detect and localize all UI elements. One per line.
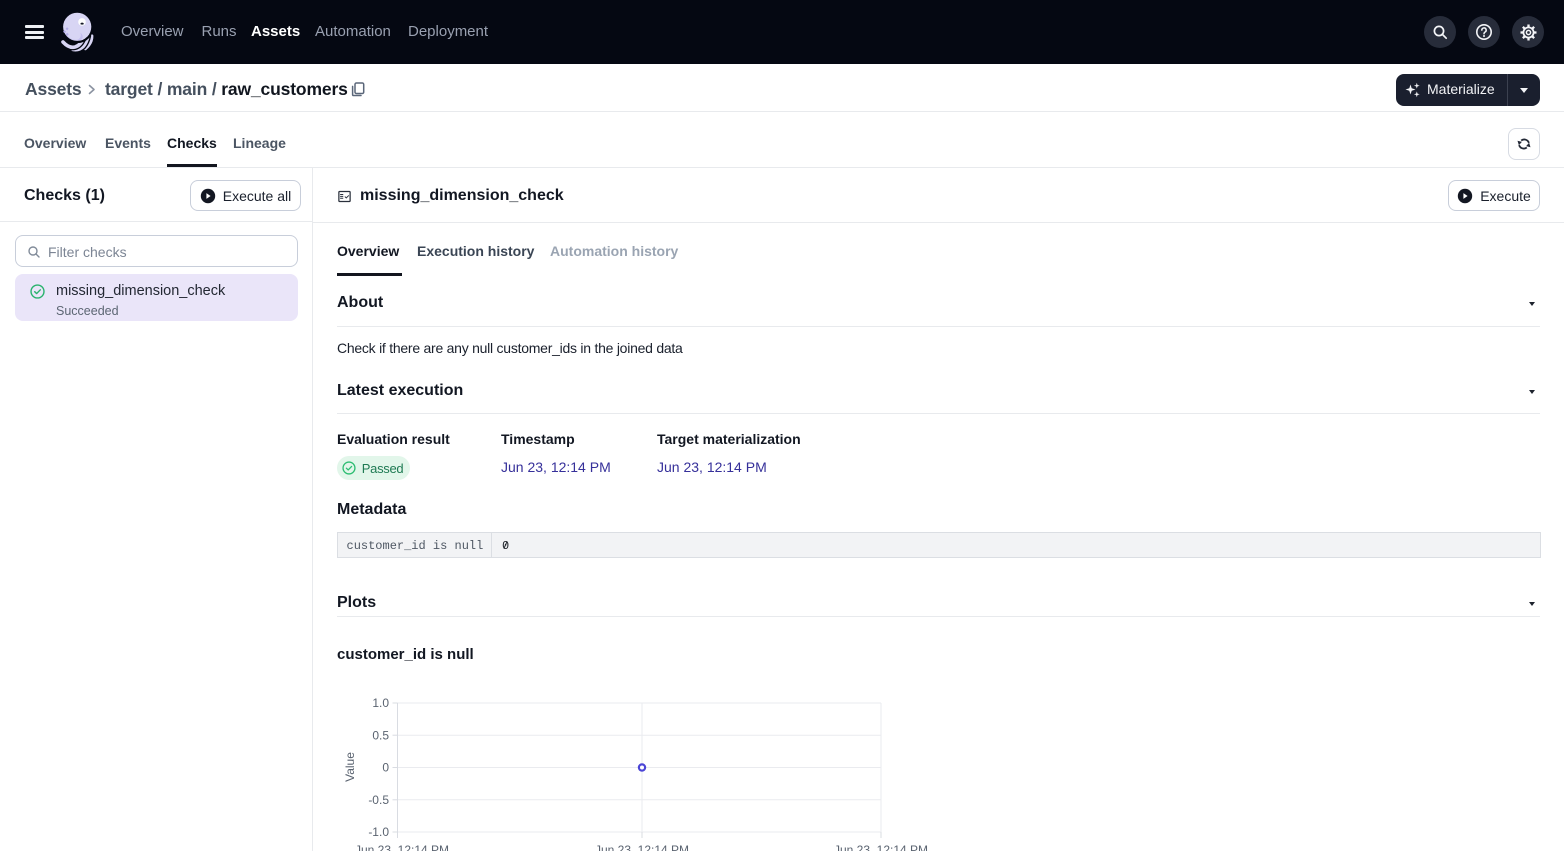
svg-text:Jun 23, 12:14 PM: Jun 23, 12:14 PM [355,843,449,851]
svg-text:-1.0: -1.0 [368,825,389,839]
svg-text:Jun 23, 12:14 PM: Jun 23, 12:14 PM [834,843,928,851]
svg-text:1.0: 1.0 [372,696,389,710]
svg-text:0: 0 [382,761,389,775]
svg-text:-0.5: -0.5 [368,793,389,807]
svg-text:0.5: 0.5 [372,729,389,743]
svg-text:Value: Value [343,752,357,782]
svg-text:Jun 23, 12:14 PM: Jun 23, 12:14 PM [595,843,689,851]
